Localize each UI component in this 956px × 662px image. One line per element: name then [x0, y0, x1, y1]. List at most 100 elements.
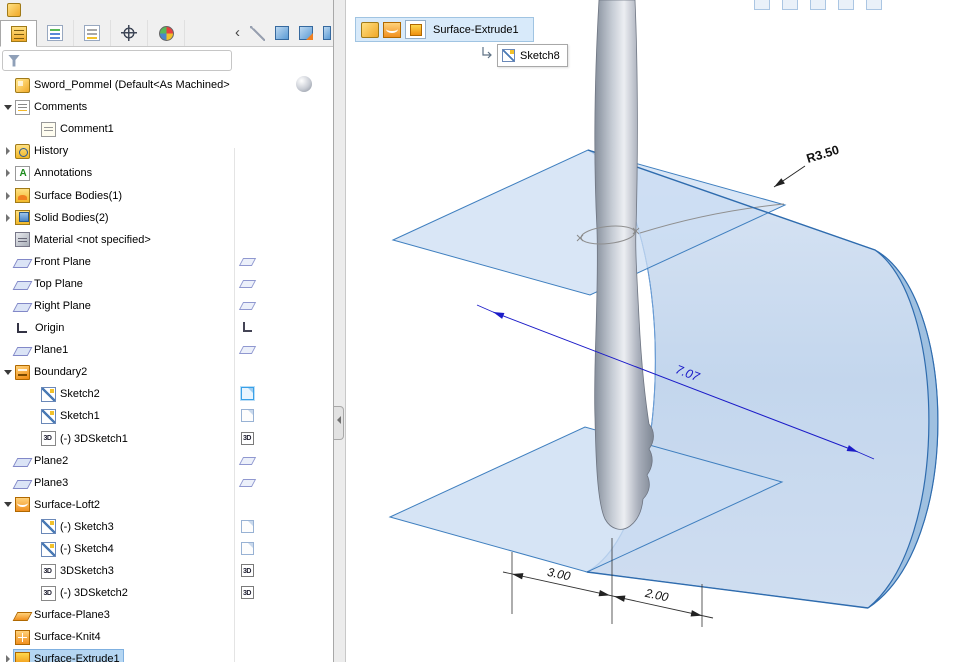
- expand-arrow-icon[interactable]: [2, 494, 14, 516]
- expand-arrow-icon: [2, 450, 14, 472]
- tree-item-content[interactable]: (-) 3DSketch2: [40, 584, 131, 602]
- tree-item-content[interactable]: Solid Bodies(2): [14, 209, 112, 227]
- tree-item-plane2[interactable]: Plane2: [0, 450, 334, 472]
- hide-show-icon[interactable]: [250, 26, 265, 41]
- tree-item-content[interactable]: Surface-Knit4: [14, 628, 104, 646]
- tree-item-history[interactable]: History: [0, 140, 334, 162]
- surface-extrude-icon[interactable]: [405, 20, 426, 39]
- filter-funnel-icon[interactable]: [8, 55, 20, 67]
- tree-item-sword-pommel-default-as-machined[interactable]: Sword_Pommel (Default<As Machined>: [0, 74, 334, 96]
- expand-arrow-icon: [2, 317, 14, 339]
- tree-item-plane3[interactable]: Plane3: [0, 472, 334, 494]
- tree-item-surface-bodies-1[interactable]: Surface Bodies(1): [0, 184, 334, 206]
- tree-item-3dsketch2[interactable]: (-) 3DSketch2: [0, 582, 334, 604]
- tree-item-content[interactable]: Origin: [14, 319, 67, 337]
- surface-extrude-glyph: [410, 24, 422, 36]
- tree-item-label: Solid Bodies(2): [34, 212, 109, 224]
- tree-item-content[interactable]: Surface-Loft2: [14, 496, 103, 514]
- tree-item-content[interactable]: (-) Sketch4: [40, 540, 117, 558]
- tree-item-content[interactable]: Material <not specified>: [14, 231, 154, 249]
- tree-item-content[interactable]: Front Plane: [14, 253, 94, 271]
- tab-propertymanager[interactable]: [37, 20, 74, 46]
- dim-depth-text[interactable]: 2.00: [643, 586, 670, 605]
- tree-item-content[interactable]: Plane2: [14, 452, 71, 470]
- expand-arrow-icon[interactable]: [2, 648, 14, 662]
- filter-input[interactable]: [25, 52, 231, 69]
- collapse-chevron-icon[interactable]: ‹: [235, 25, 240, 40]
- tree-item-surface-plane3[interactable]: Surface-Plane3: [0, 604, 334, 626]
- tree-item-content[interactable]: Boundary2: [14, 363, 90, 381]
- clipped-cube-icon[interactable]: [323, 26, 331, 40]
- tree-item-surface-knit4[interactable]: Surface-Knit4: [0, 626, 334, 648]
- heads-up-toolbar-icon[interactable]: [866, 0, 882, 10]
- expand-arrow-icon[interactable]: [2, 96, 14, 118]
- tree-item-right-plane[interactable]: Right Plane: [0, 295, 334, 317]
- tree-item-sketch1[interactable]: Sketch1: [0, 405, 334, 427]
- heads-up-toolbar-icon[interactable]: [754, 0, 770, 10]
- panel-splitter[interactable]: [334, 0, 346, 662]
- surface-knit-icon: [15, 630, 30, 645]
- tree-item-content[interactable]: Comments: [14, 98, 90, 116]
- tree-item-content[interactable]: Sword_Pommel (Default<As Machined>: [14, 76, 233, 94]
- heads-up-toolbar-icon[interactable]: [838, 0, 854, 10]
- tree-item-content[interactable]: Plane1: [14, 341, 71, 359]
- tree-item-comments[interactable]: Comments: [0, 96, 334, 118]
- orientation-cube-icon[interactable]: [275, 26, 289, 40]
- tree-item-content[interactable]: Surface-Extrude1: [14, 650, 123, 662]
- tree-item-3dsketch1[interactable]: (-) 3DSketch1: [0, 428, 334, 450]
- tree-item-sketch3[interactable]: (-) Sketch3: [0, 516, 334, 538]
- selection-breadcrumb[interactable]: Surface-Extrude1: [355, 17, 534, 42]
- feature-icon[interactable]: [383, 22, 401, 38]
- tree-item-content[interactable]: Comment1: [40, 120, 117, 138]
- expand-arrow-icon: [2, 251, 14, 273]
- tab-configurationmanager[interactable]: [74, 20, 111, 46]
- tree-item-content[interactable]: Annotations: [14, 164, 95, 182]
- expand-arrow-icon[interactable]: [2, 162, 14, 184]
- tree-item-content[interactable]: Sketch2: [40, 385, 103, 403]
- surface-plane-icon: [13, 612, 33, 621]
- part-icon[interactable]: [361, 22, 379, 38]
- tree-item-origin[interactable]: Origin: [0, 317, 334, 339]
- tree-item-content[interactable]: Plane3: [14, 474, 71, 492]
- tree-item-content[interactable]: 3DSketch3: [40, 562, 117, 580]
- sketch-icon: [41, 519, 56, 534]
- tree-item-top-plane[interactable]: Top Plane: [0, 273, 334, 295]
- splitter-handle[interactable]: [334, 406, 344, 440]
- tab-displaymanager[interactable]: [148, 20, 185, 46]
- plane-display-pane-icon: [239, 346, 256, 354]
- tree-item-content[interactable]: Right Plane: [14, 297, 94, 315]
- dim-width-text[interactable]: 3.00: [546, 565, 572, 584]
- expand-arrow-icon[interactable]: [2, 361, 14, 383]
- flag-label: Sketch8: [520, 50, 560, 62]
- tree-item-comment1[interactable]: Comment1: [0, 118, 334, 140]
- tree-item-content[interactable]: Top Plane: [14, 275, 86, 293]
- tree-item-front-plane[interactable]: Front Plane: [0, 251, 334, 273]
- tree-item-content[interactable]: Surface Bodies(1): [14, 187, 125, 205]
- expand-arrow-icon[interactable]: [2, 207, 14, 229]
- tree-item-content[interactable]: (-) Sketch3: [40, 518, 117, 536]
- heads-up-toolbar-icon[interactable]: [782, 0, 798, 10]
- tree-item-content[interactable]: Surface-Plane3: [14, 606, 113, 624]
- tree-item-annotations[interactable]: Annotations: [0, 162, 334, 184]
- tree-item-content[interactable]: History: [14, 142, 71, 160]
- graphics-area[interactable]: R3.50 7.07 3.00 2.00: [346, 0, 956, 662]
- tree-item-sketch4[interactable]: (-) Sketch4: [0, 538, 334, 560]
- child-feature-flag[interactable]: Sketch8: [497, 44, 568, 67]
- tree-item-surface-extrude1[interactable]: Surface-Extrude1: [0, 648, 334, 662]
- appearance-cube-icon[interactable]: [299, 26, 313, 40]
- expand-arrow-icon[interactable]: [2, 184, 14, 206]
- tab-featuremanager[interactable]: [0, 20, 37, 47]
- tree-item-material-not-specified[interactable]: Material <not specified>: [0, 229, 334, 251]
- tree-item-surface-loft2[interactable]: Surface-Loft2: [0, 494, 334, 516]
- tree-item-plane1[interactable]: Plane1: [0, 339, 334, 361]
- tree-item-content[interactable]: Sketch1: [40, 407, 103, 425]
- expand-arrow-icon[interactable]: [2, 140, 14, 162]
- tree-item-sketch2[interactable]: Sketch2: [0, 383, 334, 405]
- tree-item-solid-bodies-2[interactable]: Solid Bodies(2): [0, 207, 334, 229]
- tree-item-boundary2[interactable]: Boundary2: [0, 361, 334, 383]
- tree-item-3dsketch3[interactable]: 3DSketch3: [0, 560, 334, 582]
- tab-dimxpertmanager[interactable]: [111, 20, 148, 46]
- dim-radius-text[interactable]: R3.50: [805, 143, 841, 166]
- tree-item-content[interactable]: (-) 3DSketch1: [40, 430, 131, 448]
- heads-up-toolbar-icon[interactable]: [810, 0, 826, 10]
